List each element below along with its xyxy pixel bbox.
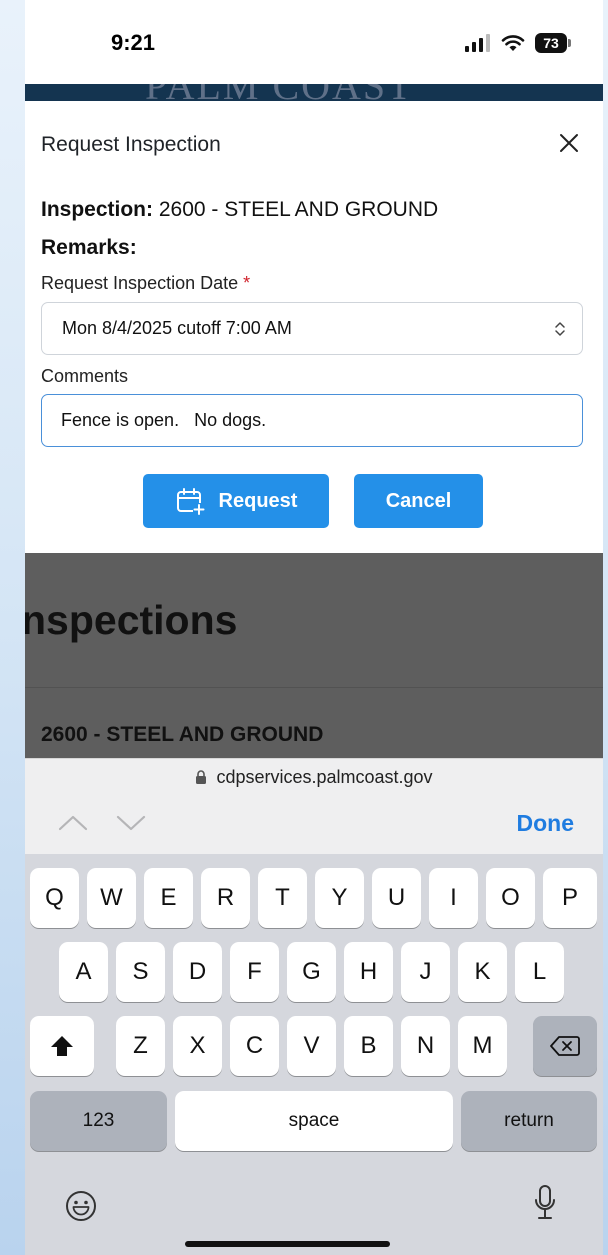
key-y[interactable]: Y: [315, 868, 364, 928]
wifi-icon: [501, 35, 525, 51]
key-g[interactable]: G: [287, 942, 336, 1002]
required-asterisk: *: [243, 273, 251, 293]
date-label-text: Request Inspection Date: [41, 273, 239, 293]
space-key[interactable]: space: [175, 1091, 453, 1151]
key-i[interactable]: I: [429, 868, 478, 928]
key-c[interactable]: C: [230, 1016, 279, 1076]
modal-title: Request Inspection: [41, 133, 221, 156]
status-bar: 9:21 73: [25, 0, 603, 84]
key-d[interactable]: D: [173, 942, 222, 1002]
emoji-icon[interactable]: [65, 1190, 97, 1222]
key-r[interactable]: R: [201, 868, 250, 928]
key-t[interactable]: T: [258, 868, 307, 928]
comments-input-value: Fence is open. No dogs.: [61, 410, 267, 430]
cellular-signal-icon: [465, 34, 490, 52]
banner-logo-text: PALM COAST: [145, 84, 414, 101]
shift-icon: [51, 1036, 73, 1056]
battery-icon: 73: [535, 33, 571, 53]
divider: [25, 687, 603, 688]
key-m[interactable]: M: [458, 1016, 507, 1076]
home-indicator: [185, 1241, 390, 1247]
done-button[interactable]: Done: [517, 810, 575, 837]
next-field-arrow-icon[interactable]: [115, 812, 147, 834]
key-k[interactable]: K: [458, 942, 507, 1002]
close-icon[interactable]: [555, 129, 583, 157]
selected-date-value: Mon 8/4/2025 cutoff 7:00 AM: [62, 318, 292, 338]
key-p[interactable]: P: [543, 868, 597, 928]
numbers-key[interactable]: 123: [30, 1091, 167, 1151]
url-text: cdpservices.palmcoast.gov: [216, 767, 433, 787]
site-banner: PALM COAST: [25, 84, 603, 101]
lock-icon: [196, 770, 207, 784]
cancel-button-label: Cancel: [385, 489, 452, 512]
remarks-label: Remarks:: [41, 236, 137, 259]
inspection-date-select[interactable]: Mon 8/4/2025 cutoff 7:00 AM: [41, 302, 583, 355]
request-button[interactable]: Request: [143, 474, 329, 528]
key-x[interactable]: X: [173, 1016, 222, 1076]
key-q[interactable]: Q: [30, 868, 79, 928]
url-display: cdpservices.palmcoast.gov: [25, 767, 603, 788]
key-l[interactable]: L: [515, 942, 564, 1002]
shift-key[interactable]: [30, 1016, 94, 1076]
key-f[interactable]: F: [230, 942, 279, 1002]
request-inspection-modal: Request Inspection Inspection: 2600 - ST…: [25, 101, 603, 553]
microphone-icon[interactable]: [533, 1184, 557, 1222]
backspace-icon: [550, 1036, 580, 1056]
status-time: 9:21: [111, 30, 156, 55]
key-v[interactable]: V: [287, 1016, 336, 1076]
key-a[interactable]: A: [59, 942, 108, 1002]
key-z[interactable]: Z: [116, 1016, 165, 1076]
inspection-label: Inspection:: [41, 198, 154, 221]
comments-input[interactable]: Fence is open. No dogs.: [41, 394, 583, 447]
request-button-label: Request: [218, 489, 298, 512]
delete-key[interactable]: [533, 1016, 597, 1076]
comments-label: Comments: [41, 366, 129, 386]
keyboard-accessory-bar: Done: [25, 796, 603, 854]
return-key[interactable]: return: [461, 1091, 597, 1151]
inspection-list-item: 2600 - STEEL AND GROUND: [41, 723, 324, 746]
calendar-add-icon: [176, 488, 205, 515]
key-b[interactable]: B: [344, 1016, 393, 1076]
previous-field-arrow-icon[interactable]: [57, 812, 89, 834]
key-h[interactable]: H: [344, 942, 393, 1002]
inspection-value: 2600 - STEEL AND GROUND: [158, 198, 439, 221]
key-s[interactable]: S: [116, 942, 165, 1002]
page-backdrop: nspections 2600 - STEEL AND GROUND: [25, 553, 603, 758]
phone-screen: 9:21 73 PALM COAST Request Inspection: [25, 0, 603, 1255]
key-n[interactable]: N: [401, 1016, 450, 1076]
key-u[interactable]: U: [372, 868, 421, 928]
key-j[interactable]: J: [401, 942, 450, 1002]
key-w[interactable]: W: [87, 868, 136, 928]
onscreen-keyboard: Q W E R T Y U I O P A S D F G H J K L Z …: [25, 854, 603, 1255]
status-icons: 73: [465, 30, 571, 56]
date-field-label: Request Inspection Date *: [41, 273, 250, 294]
cancel-button[interactable]: Cancel: [354, 474, 483, 528]
select-caret-icon: [555, 322, 565, 336]
key-e[interactable]: E: [144, 868, 193, 928]
url-bar[interactable]: cdpservices.palmcoast.gov: [25, 758, 603, 797]
inspections-heading: nspections: [25, 597, 238, 643]
inspection-line: Inspection: 2600 - STEEL AND GROUND: [41, 198, 438, 222]
key-o[interactable]: O: [486, 868, 535, 928]
